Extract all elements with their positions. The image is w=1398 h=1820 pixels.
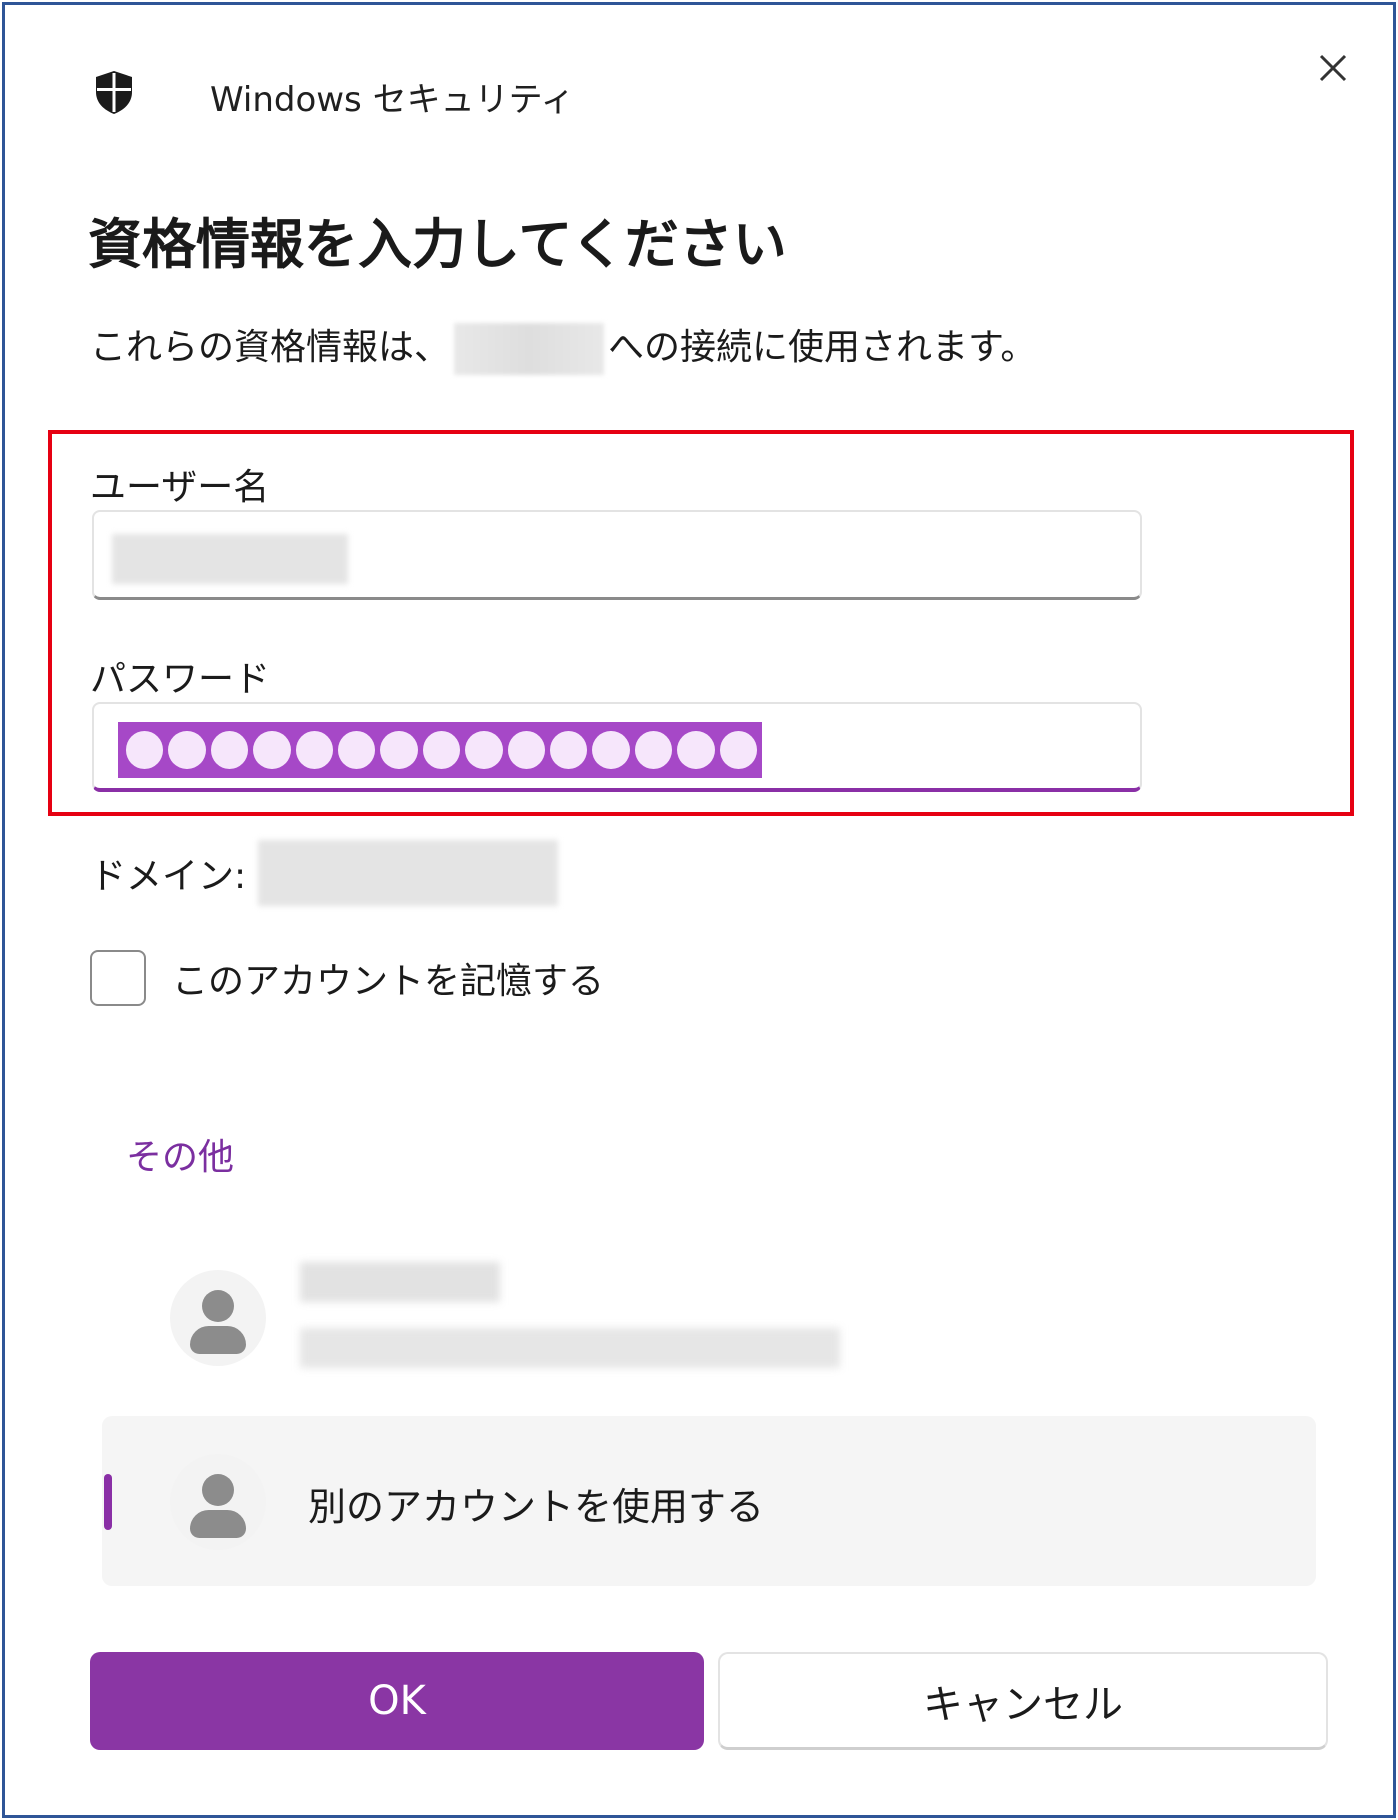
password-dot — [210, 731, 249, 769]
subtext-before: これらの資格情報は、 — [90, 327, 451, 368]
more-choices-link[interactable]: その他 — [126, 1128, 234, 1180]
account-email-redacted — [300, 1328, 840, 1368]
subtext-after: への接続に使用されます。 — [608, 327, 1037, 368]
password-dot — [422, 731, 461, 769]
password-dot — [253, 731, 291, 769]
saved-account-item[interactable] — [170, 1250, 850, 1390]
domain-label: ドメイン: — [90, 856, 247, 897]
selection-indicator — [104, 1474, 112, 1530]
remember-account-row[interactable]: このアカウントを記憶する — [90, 950, 604, 1006]
close-icon[interactable] — [1305, 40, 1361, 96]
password-dot — [677, 731, 715, 769]
password-dot — [465, 731, 503, 769]
person-icon — [170, 1270, 266, 1366]
use-other-account-label: 別のアカウントを使用する — [308, 1485, 765, 1529]
password-dot — [295, 731, 334, 769]
domain-row: ドメイン: — [90, 840, 559, 906]
security-dialog: Windows セキュリティ 資格情報を入力してください これらの資格情報は、 へ… — [10, 10, 1388, 1810]
password-dot — [634, 731, 673, 769]
shield-icon — [96, 71, 132, 114]
password-field[interactable] — [92, 702, 1142, 792]
use-other-account-item[interactable]: 別のアカウントを使用する — [102, 1416, 1316, 1586]
password-dot — [719, 731, 758, 769]
remember-checkbox[interactable] — [90, 950, 146, 1006]
remember-label: このアカウントを記憶する — [172, 961, 605, 1002]
person-icon — [170, 1454, 266, 1550]
app-title: Windows セキュリティ — [210, 80, 575, 120]
redacted-server — [454, 323, 605, 375]
password-dot — [168, 731, 206, 769]
password-dot — [126, 731, 164, 769]
dialog-heading: 資格情報を入力してください — [88, 213, 787, 276]
dialog-subtext: これらの資格情報は、 への接続に使用されます。 — [90, 318, 1036, 375]
username-field[interactable] — [92, 510, 1142, 600]
password-mask-selection — [118, 722, 762, 778]
username-value-redacted — [112, 534, 348, 584]
password-dot — [592, 731, 630, 769]
domain-value-redacted — [258, 840, 559, 906]
password-dot — [380, 731, 418, 769]
account-name-redacted — [300, 1262, 500, 1302]
password-dot — [550, 731, 588, 769]
ok-button[interactable]: OK — [90, 1652, 704, 1750]
cancel-button[interactable]: キャンセル — [718, 1652, 1328, 1750]
username-label: ユーザー名 — [90, 467, 270, 508]
password-dot — [338, 731, 376, 769]
password-dot — [507, 731, 546, 769]
password-label: パスワード — [90, 659, 271, 700]
